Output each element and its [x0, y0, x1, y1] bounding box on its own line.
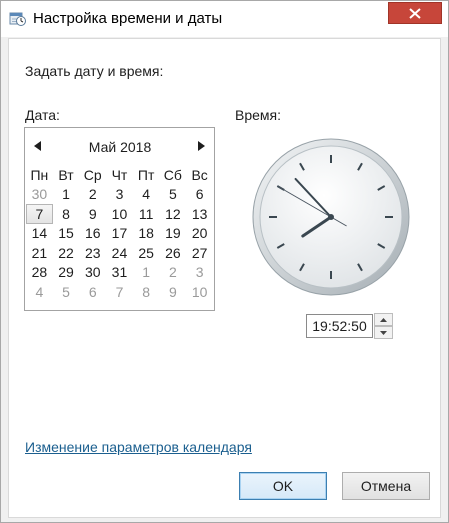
calendar-day[interactable]: 8	[133, 282, 160, 302]
calendar-day[interactable]: 2	[160, 263, 187, 283]
calendar-month-title[interactable]: Май 2018	[55, 139, 185, 155]
calendar-day[interactable]: 7	[106, 282, 133, 302]
calendar-day[interactable]: 9	[79, 204, 106, 224]
weekday-header: Вс	[191, 166, 208, 183]
weekday-header: Пн	[30, 166, 49, 183]
calendar-day[interactable]: 27	[186, 243, 213, 263]
time-input[interactable]: 19:52:50	[306, 314, 373, 338]
calendar-week-row: 28 29 30 31 1 2 3	[26, 263, 213, 283]
change-calendar-settings-link[interactable]: Изменение параметров календаря	[25, 439, 252, 455]
calendar-week-row: 4 5 6 7 8 9 10	[26, 282, 213, 302]
ok-button[interactable]: OK	[239, 472, 327, 500]
calendar-day[interactable]: 6	[79, 282, 106, 302]
calendar-day[interactable]: 21	[26, 243, 53, 263]
calendar-day[interactable]: 5	[160, 185, 187, 205]
clock-center	[328, 214, 334, 220]
calendar: Май 2018 Пн Вт Ср Чт Пт Сб Вс 30 1 2 3 4 5 6 7 8 9 10 11 1…	[24, 127, 215, 311]
calendar-day[interactable]: 28	[26, 263, 53, 283]
calendar-day[interactable]: 15	[53, 224, 80, 244]
calendar-day[interactable]: 22	[53, 243, 80, 263]
calendar-day[interactable]: 17	[106, 224, 133, 244]
date-time-settings-icon	[9, 12, 26, 26]
calendar-day[interactable]: 31	[106, 263, 133, 283]
dialog-content: Задать дату и время: Дата: Время: Май 20…	[8, 38, 441, 518]
weekday-header: Чт	[111, 166, 128, 183]
title-bar[interactable]: Настройка времени и даты	[1, 1, 448, 37]
weekday-header: Вт	[58, 166, 74, 183]
calendar-day[interactable]: 3	[106, 185, 133, 205]
calendar-day[interactable]: 30	[26, 185, 53, 205]
time-spinner	[374, 313, 393, 339]
calendar-day[interactable]: 3	[186, 263, 213, 283]
weekday-header-row: Пн Вт Ср Чт Пт Сб Вс	[26, 165, 213, 185]
analog-clock	[252, 138, 410, 296]
calendar-day[interactable]: 5	[53, 282, 80, 302]
chevron-down-icon	[380, 330, 387, 335]
close-button[interactable]	[388, 2, 442, 24]
time-label: Время:	[235, 107, 282, 123]
calendar-day[interactable]: 11	[133, 204, 160, 224]
calendar-day[interactable]: 10	[106, 204, 133, 224]
calendar-week-row: 7 8 9 10 11 12 13	[26, 204, 213, 224]
triangle-right-icon	[197, 141, 205, 151]
calendar-week-row: 21 22 23 24 25 26 27	[26, 243, 213, 263]
calendar-day[interactable]: 30	[79, 263, 106, 283]
calendar-day[interactable]: 13	[186, 204, 213, 224]
calendar-day[interactable]: 2	[79, 185, 106, 205]
dialog-heading: Задать дату и время:	[25, 63, 164, 79]
calendar-day[interactable]: 29	[53, 263, 80, 283]
weekday-header: Пт	[137, 166, 155, 183]
calendar-day[interactable]: 1	[133, 263, 160, 283]
calendar-day[interactable]: 4	[133, 185, 160, 205]
calendar-day-today[interactable]: 7	[26, 204, 53, 224]
calendar-day[interactable]: 4	[26, 282, 53, 302]
calendar-day[interactable]: 6	[186, 185, 213, 205]
calendar-day[interactable]: 18	[133, 224, 160, 244]
time-decrement-button[interactable]	[374, 326, 393, 339]
window-title: Настройка времени и даты	[33, 10, 223, 27]
date-time-dialog: Настройка времени и даты Задать дату и в…	[0, 0, 449, 523]
close-icon	[409, 7, 421, 19]
cancel-button[interactable]: Отмена	[342, 472, 430, 500]
time-increment-button[interactable]	[374, 313, 393, 326]
calendar-day[interactable]: 10	[186, 282, 213, 302]
calendar-day[interactable]: 24	[106, 243, 133, 263]
calendar-days: 30 1 2 3 4 5 6 7 8 9 10 11 12 13 14 15 16 17 18 19 20 21 22 23 2…	[26, 185, 213, 302]
calendar-day[interactable]: 12	[160, 204, 187, 224]
calendar-week-row: 14 15 16 17 18 19 20	[26, 224, 213, 244]
calendar-day[interactable]: 8	[53, 204, 80, 224]
calendar-day[interactable]: 14	[26, 224, 53, 244]
previous-month-button[interactable]	[31, 139, 43, 153]
triangle-left-icon	[33, 141, 41, 151]
calendar-grid: Пн Вт Ср Чт Пт Сб Вс 30 1 2 3 4 5 6 7 8 9 10 11 12 13 14 15 16…	[26, 165, 213, 302]
weekday-header: Сб	[163, 166, 182, 183]
calendar-day[interactable]: 26	[160, 243, 187, 263]
calendar-day[interactable]: 23	[79, 243, 106, 263]
calendar-day[interactable]: 1	[53, 185, 80, 205]
calendar-day[interactable]: 9	[160, 282, 187, 302]
calendar-week-row: 30 1 2 3 4 5 6	[26, 185, 213, 205]
calendar-day[interactable]: 20	[186, 224, 213, 244]
calendar-day[interactable]: 19	[160, 224, 187, 244]
next-month-button[interactable]	[195, 139, 207, 153]
calendar-day[interactable]: 16	[79, 224, 106, 244]
chevron-up-icon	[380, 317, 387, 322]
calendar-day[interactable]: 25	[133, 243, 160, 263]
weekday-header: Ср	[83, 166, 102, 183]
date-label: Дата:	[25, 107, 60, 123]
